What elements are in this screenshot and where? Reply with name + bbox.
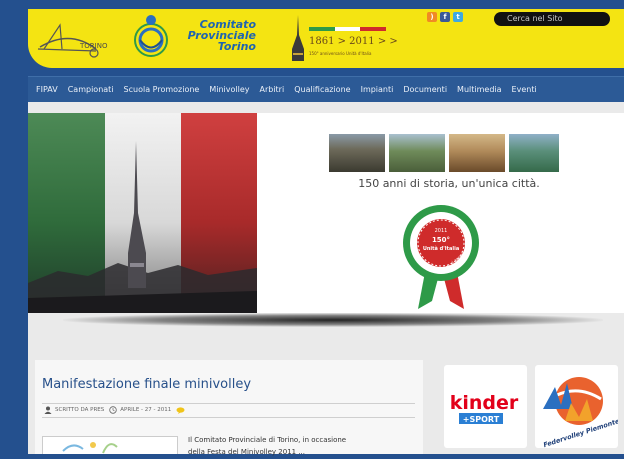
main-nav: FIPAV Campionati Scuola Promozione Miniv…	[28, 76, 624, 103]
article-title[interactable]: Manifestazione finale minivolley	[42, 377, 251, 392]
committee-name-line-3: Torino	[217, 40, 256, 53]
nav-item-scuola-promozione[interactable]: Scuola Promozione	[119, 77, 205, 103]
palace-thumbnail-3	[449, 134, 505, 172]
kinder-sport-text: +SPORT	[463, 415, 500, 424]
article-thumbnail[interactable]	[42, 436, 178, 454]
mole-antonelliana-icon	[292, 15, 304, 61]
rss-icon[interactable]: )	[427, 12, 437, 22]
anniversary-subtitle: 150° anniversario Unità d'Italia	[309, 51, 372, 56]
nav-item-qualificazione[interactable]: Qualificazione	[289, 77, 355, 103]
banner-caption: 150 anni di storia, un'unica città.	[358, 177, 540, 190]
clock-icon	[109, 406, 117, 414]
torino-flag-photo	[28, 113, 257, 313]
nav-item-minivolley[interactable]: Minivolley	[204, 77, 254, 103]
kinder-brand-text: kinder	[450, 392, 519, 414]
article-meta: SCRITTO DA PRES APRILE - 27 - 2011	[44, 406, 185, 414]
unita-italia-rosette-icon: 2011 150° Unità d'Italia Torino vi aspet…	[403, 205, 479, 309]
nav-item-arbitri[interactable]: Arbitri	[254, 77, 289, 103]
nav-item-campionati[interactable]: Campionati	[63, 77, 119, 103]
article-card: Manifestazione finale minivolley SCRITTO…	[35, 360, 423, 456]
committee-name[interactable]: Comitato Provinciale Torino	[176, 19, 256, 52]
federvolley-piemonte-sponsor-logo[interactable]: Federvolley Piemonte	[535, 365, 618, 448]
featured-banner[interactable]: 150 anni di storia, un'unica città. 2011…	[28, 113, 624, 313]
palace-thumbnail-1	[329, 134, 385, 172]
article-excerpt: Il Comitato Provinciale di Torino, in oc…	[188, 434, 418, 458]
nav-item-fipav[interactable]: FIPAV	[31, 77, 63, 103]
italian-flag-stripes	[309, 27, 387, 31]
nav-item-eventi[interactable]: Eventi	[507, 77, 542, 103]
article-date: APRILE - 27 - 2011	[120, 407, 172, 413]
palace-thumbnail-2	[389, 134, 445, 172]
comments-icon[interactable]	[176, 406, 185, 414]
divider	[42, 417, 415, 418]
article-author[interactable]: SCRITTO DA PRES	[55, 407, 104, 413]
twitter-icon[interactable]: t	[453, 12, 463, 22]
torino-logo-text: TORINO	[80, 42, 108, 50]
article-excerpt-line-2: della Festa del Minivolley 2011 ...	[188, 448, 306, 456]
palace-thumbnail-4	[509, 134, 559, 172]
nav-item-multimedia[interactable]: Multimedia	[452, 77, 506, 103]
facebook-icon[interactable]: f	[440, 12, 450, 22]
torino-city-logo[interactable]	[36, 19, 100, 61]
rosette-year: 2011	[435, 228, 448, 234]
site-header: TORINO Comitato Provinciale Torino 1861 …	[28, 9, 624, 68]
kinder-sport-sponsor-logo[interactable]: kinder +SPORT	[444, 365, 527, 448]
fipav-emblem-icon[interactable]	[128, 13, 174, 63]
search-input[interactable]: Cerca nel Sito	[494, 12, 610, 26]
article-excerpt-line-1: Il Comitato Provinciale di Torino, in oc…	[188, 436, 347, 444]
rosette-line-1: 150°	[432, 236, 450, 244]
social-icons: ) f t	[427, 12, 463, 22]
divider	[42, 403, 415, 404]
main-content: 150 anni di storia, un'unica città. 2011…	[28, 102, 624, 456]
nav-item-impianti[interactable]: Impianti	[356, 77, 399, 103]
author-icon	[44, 406, 52, 414]
anniversary-years: 1861 > 2011 > >	[309, 36, 398, 47]
rosette-line-2: Unità d'Italia	[423, 245, 459, 252]
nav-item-documenti[interactable]: Documenti	[398, 77, 452, 103]
banner-shadow	[63, 313, 603, 327]
